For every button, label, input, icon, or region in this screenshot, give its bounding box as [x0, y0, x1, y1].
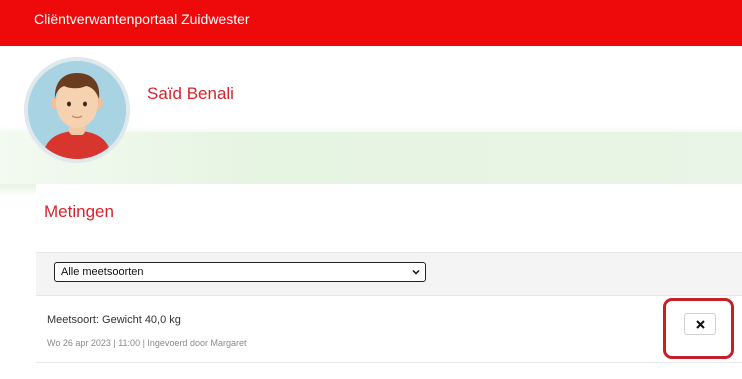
- measurement-label: Meetsoort: Gewicht 40,0 kg: [47, 314, 181, 326]
- avatar: [24, 57, 130, 163]
- chevron-down-icon: [412, 269, 420, 275]
- measurement-meta: Wo 26 apr 2023 | 11:00 | Ingevoerd door …: [47, 338, 247, 348]
- section-title: Metingen: [44, 202, 114, 221]
- measurement-type-select[interactable]: Alle meetsoorten: [54, 262, 426, 282]
- user-name: Saïd Benali: [147, 84, 234, 103]
- select-value: Alle meetsoorten: [61, 266, 144, 278]
- avatar-image: [28, 61, 126, 159]
- highlight-annotation: [663, 298, 734, 359]
- row-divider: [36, 362, 742, 363]
- person-icon: [28, 61, 126, 159]
- portal-title: Cliëntverwantenportaal Zuidwester: [34, 11, 250, 27]
- top-bar: Cliëntverwantenportaal Zuidwester: [0, 0, 742, 46]
